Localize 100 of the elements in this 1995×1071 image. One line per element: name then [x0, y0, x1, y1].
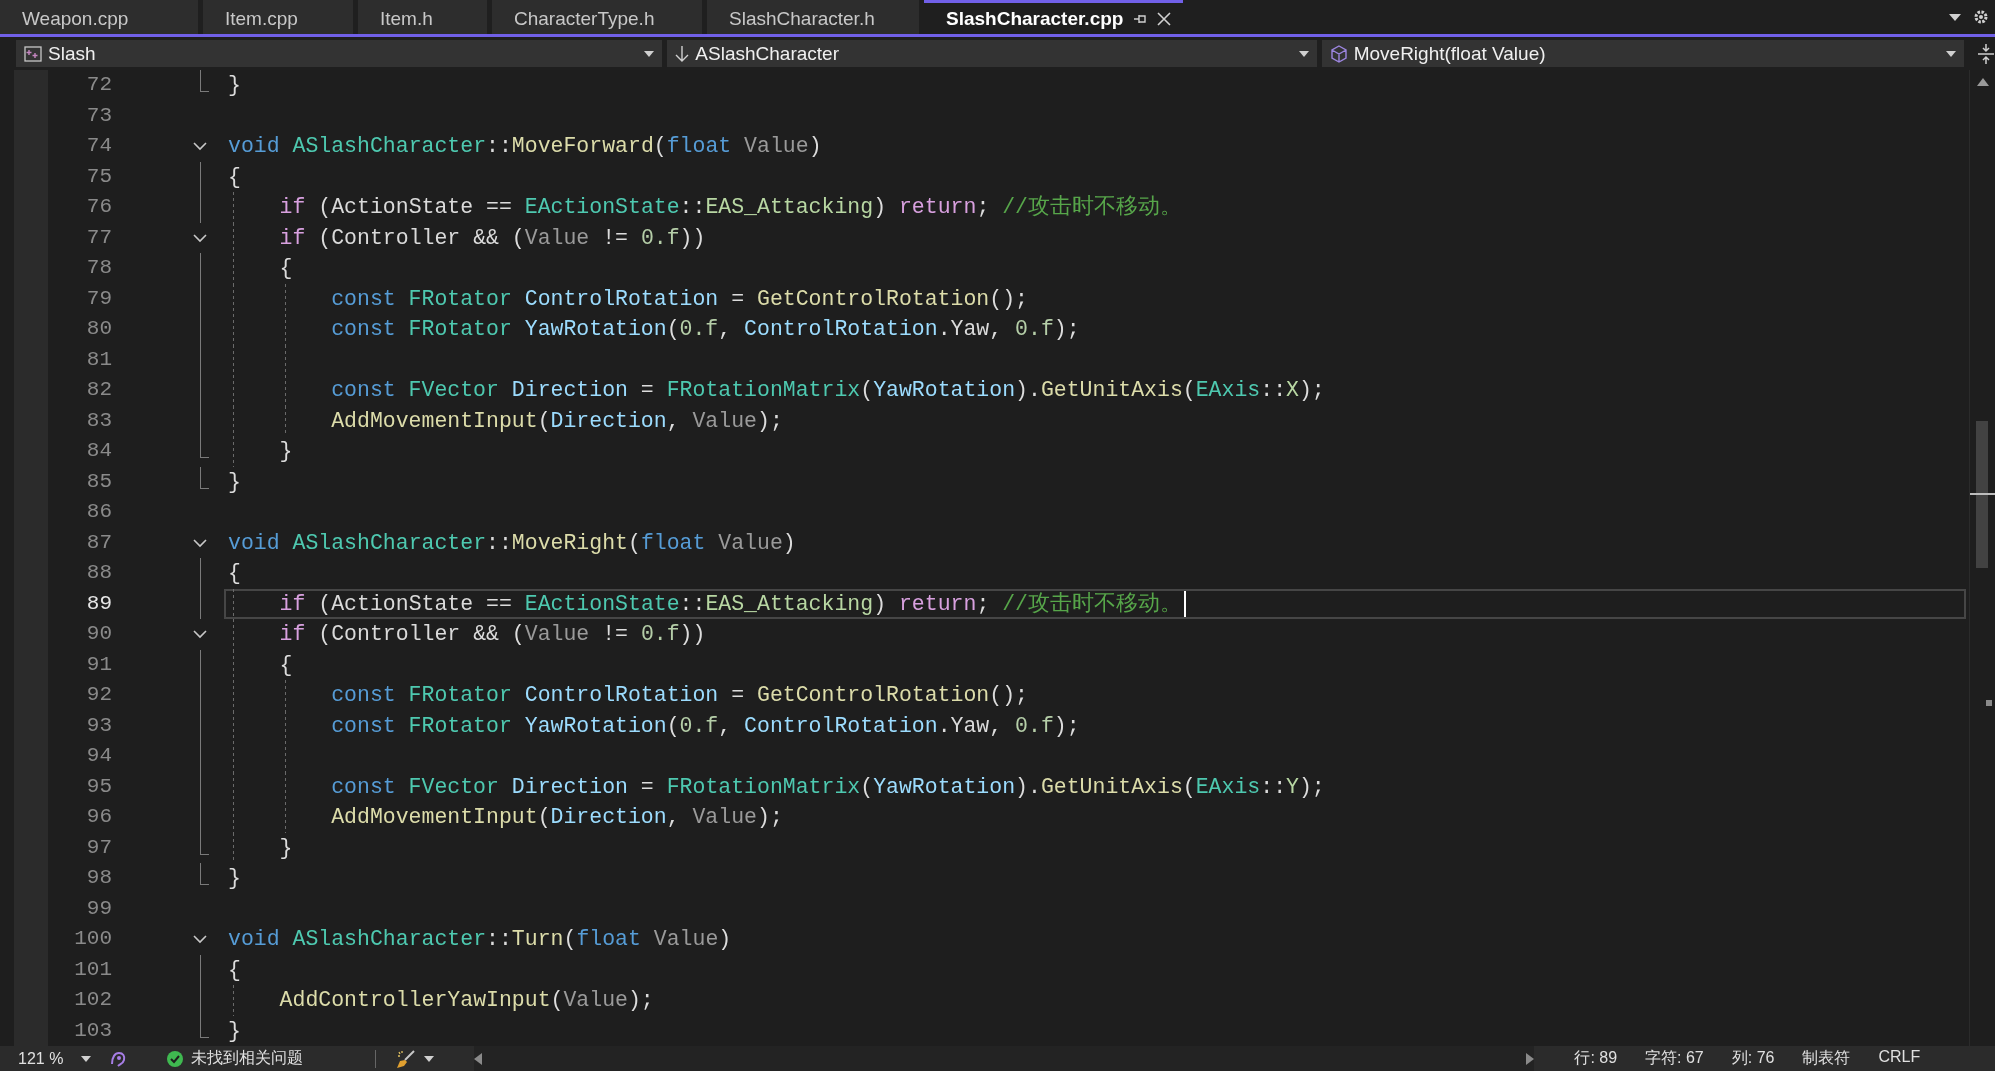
file-tab[interactable]: Item.cpp [203, 0, 353, 34]
line-number: 103 [73, 1017, 112, 1044]
code-line: } [228, 1017, 241, 1045]
fold-end-marker [200, 832, 209, 855]
code-line: } [279, 834, 293, 862]
code-line: void ASlashCharacter::MoveForward(float Value) [228, 133, 822, 160]
caret-icon [424, 1055, 435, 1062]
line-number: 74 [85, 133, 112, 159]
caret-icon [1946, 50, 1957, 57]
line-number: 99 [85, 895, 112, 922]
code-line: const FRotator YawRotation(0.f, ControlRotation.Yaw, 0.f); [331, 316, 1080, 343]
caret-position-marker [1970, 493, 1995, 495]
line-number: 72 [85, 72, 112, 98]
line-number: 83 [85, 407, 112, 434]
code-line: } [228, 865, 241, 892]
code-line: void ASlashCharacter::Turn(float Value) [228, 926, 732, 953]
line-number: 84 [85, 438, 112, 464]
line-number: 97 [85, 834, 112, 861]
file-tab[interactable]: SlashCharacter.h [707, 0, 919, 34]
code-line: } [279, 438, 293, 465]
fold-end-marker [200, 70, 209, 93]
zoom-level[interactable]: 121 % [18, 1049, 64, 1068]
cube-icon [1329, 44, 1348, 63]
line-number: 87 [85, 529, 112, 556]
line-number: 78 [85, 255, 112, 281]
line-number: 102 [73, 987, 112, 1013]
line-ending[interactable]: CRLF [1878, 1048, 1921, 1069]
indent-guide [233, 985, 235, 1016]
file-tab[interactable]: Item.h [358, 0, 487, 34]
scroll-left-arrow[interactable] [474, 1052, 483, 1065]
code-line: if (ActionState == EActionState::EAS_Attacking) return; //攻击时不移动。 [279, 590, 1182, 618]
line-number: 86 [85, 499, 112, 525]
caret-icon [1298, 50, 1309, 57]
code-line: if (ActionState == EActionState::EAS_Attacking) return; //攻击时不移动。 [279, 194, 1182, 221]
member-dropdown[interactable]: MoveRight(float Value) [1321, 40, 1965, 67]
code-line: { [279, 255, 293, 282]
line-number: 81 [85, 346, 112, 373]
fold-end-marker [200, 436, 209, 459]
fold-end-marker [200, 863, 209, 886]
code-line: const FVector Direction = FRotationMatrix(YawRotation).GetUnitAxis(EAxis::Y); [331, 773, 1325, 801]
file-tab[interactable]: CharacterType.h [492, 0, 702, 34]
project-icon [24, 45, 42, 62]
column-indicator[interactable]: 列: 76 [1731, 1048, 1775, 1069]
code-line: { [228, 163, 241, 191]
line-number: 79 [85, 285, 112, 312]
scroll-right-arrow[interactable] [1526, 1052, 1535, 1065]
file-tab[interactable]: Weapon.cpp [0, 0, 198, 34]
line-number: 73 [85, 102, 112, 129]
scroll-marker [1986, 700, 1992, 706]
fold-end-marker [200, 1015, 209, 1038]
code-line: { [279, 651, 293, 679]
code-line: const FRotator ControlRotation = GetControlRotation(); [331, 285, 1028, 313]
line-number: 100 [73, 926, 112, 952]
code-line: } [228, 72, 241, 99]
scroll-up-arrow[interactable] [1976, 78, 1989, 86]
code-line: if (Controller && (Value != 0.f)) [279, 621, 706, 648]
tab-list-dropdown[interactable] [1949, 13, 1961, 21]
line-number: 75 [85, 163, 112, 190]
line-number: 90 [85, 621, 112, 647]
code-line: const FRotator YawRotation(0.f, ControlRotation.Yaw, 0.f); [331, 712, 1080, 740]
fold-end-marker [200, 466, 209, 489]
code-line: const FVector Direction = FRotationMatrix(YawRotation).GetUnitAxis(EAxis::X); [331, 377, 1325, 404]
brush-icon[interactable] [396, 1048, 417, 1069]
code-line: AddMovementInput(Direction, Value); [331, 407, 783, 435]
line-number: 101 [73, 956, 112, 983]
line-indicator[interactable]: 行: 89 [1574, 1048, 1618, 1069]
code-line: } [228, 468, 241, 496]
line-number: 96 [85, 804, 112, 830]
code-line: { [228, 560, 241, 587]
indent-mode[interactable]: 制表符 [1802, 1048, 1851, 1069]
line-number: 76 [85, 194, 112, 220]
down-arrow-icon [675, 44, 690, 63]
caret-icon [81, 1055, 92, 1062]
scope-dropdown[interactable]: ASlashCharacter [667, 40, 1317, 67]
code-line: { [228, 956, 241, 984]
line-number: 95 [85, 773, 112, 800]
code-line: AddControllerYawInput(Value); [279, 987, 654, 1014]
code-line: const FRotator ControlRotation = GetControlRotation(); [331, 682, 1028, 709]
split-window-icon[interactable] [1977, 42, 1995, 65]
line-number: 82 [85, 377, 112, 403]
line-number: 98 [85, 865, 112, 891]
project-dropdown[interactable]: Slash [16, 40, 663, 67]
line-number: 89 [85, 590, 112, 617]
line-number: 85 [85, 468, 112, 495]
line-number: 80 [85, 316, 112, 342]
issues-status[interactable]: 未找到相关问题 [191, 1048, 304, 1069]
text-cursor [1184, 590, 1186, 617]
close-icon[interactable] [1157, 11, 1172, 26]
check-icon [167, 1050, 184, 1067]
horizontal-scrollbar[interactable] [474, 1046, 1535, 1071]
settings-icon[interactable] [1973, 9, 1989, 25]
code-line: AddMovementInput(Direction, Value); [331, 804, 783, 831]
line-number: 88 [85, 560, 112, 586]
code-line: void ASlashCharacter::MoveRight(float Value) [228, 529, 796, 557]
caret-icon [644, 50, 655, 57]
char-indicator[interactable]: 字符: 67 [1645, 1048, 1704, 1069]
line-number: 94 [85, 743, 112, 769]
line-number: 93 [85, 712, 112, 739]
assistant-icon[interactable] [109, 1049, 128, 1068]
pin-icon[interactable] [1133, 12, 1148, 25]
